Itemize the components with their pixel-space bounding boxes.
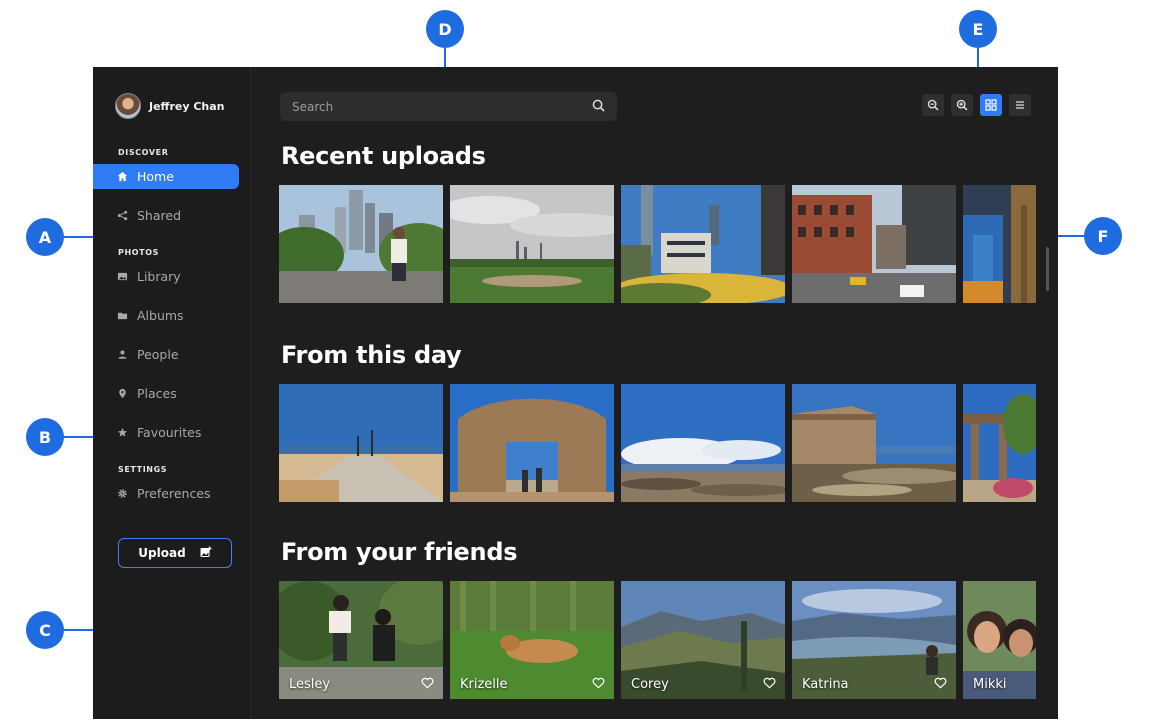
star-icon	[117, 427, 128, 438]
sidebar: Jeffrey Chan DISCOVER Home Shared PHOTOS	[93, 67, 251, 719]
zoom-out-icon	[927, 96, 939, 115]
search-placeholder: Search	[292, 99, 334, 114]
sidebar-item-library[interactable]: Library	[93, 264, 239, 289]
person-icon	[117, 349, 128, 360]
upload-button[interactable]: Upload	[118, 538, 232, 568]
zoom-out-button[interactable]	[922, 94, 944, 116]
marker-c: C	[26, 611, 64, 649]
gear-icon	[117, 488, 128, 499]
sidebar-item-people[interactable]: People	[93, 342, 239, 367]
sidebar-item-places[interactable]: Places	[93, 381, 239, 406]
upload-button-label: Upload	[138, 546, 186, 560]
grid-view-button[interactable]	[980, 94, 1002, 116]
friend-name: Krizelle	[460, 677, 508, 692]
section-photos-label: PHOTOS	[118, 248, 159, 257]
section-title-recent: Recent uploads	[281, 142, 486, 170]
sidebar-item-label: Shared	[137, 208, 182, 223]
photo-thumbnail[interactable]	[279, 185, 443, 303]
sidebar-item-label: People	[137, 347, 179, 362]
sidebar-item-label: Places	[137, 386, 177, 401]
sidebar-item-label: Albums	[137, 308, 184, 323]
marker-f: F	[1084, 217, 1122, 255]
section-discover-label: DISCOVER	[118, 148, 169, 157]
marker-d: D	[426, 10, 464, 48]
friend-photo-card[interactable]: Katrina	[792, 581, 956, 699]
sidebar-item-label: Home	[137, 169, 174, 184]
sidebar-item-label: Preferences	[137, 486, 211, 501]
zoom-in-button[interactable]	[951, 94, 973, 116]
photo-app-window: Jeffrey Chan DISCOVER Home Shared PHOTOS	[93, 67, 1058, 719]
search-input[interactable]: Search	[280, 92, 617, 121]
sidebar-item-label: Library	[137, 269, 181, 284]
sidebar-item-home[interactable]: Home	[93, 164, 239, 189]
avatar[interactable]	[115, 93, 141, 119]
folder-icon	[117, 310, 128, 321]
friend-name: Corey	[631, 677, 669, 692]
marker-a: A	[26, 218, 64, 256]
friend-name: Lesley	[289, 677, 331, 692]
user-name: Jeffrey Chan	[149, 99, 225, 113]
search-icon[interactable]	[592, 99, 605, 115]
photo-thumbnail[interactable]	[279, 384, 443, 502]
sidebar-item-albums[interactable]: Albums	[93, 303, 239, 328]
photo-thumbnail[interactable]	[792, 384, 956, 502]
user-profile[interactable]: Jeffrey Chan	[115, 93, 225, 119]
main-content: Search Recent uploads From this day From…	[251, 67, 1058, 719]
photo-thumbnail[interactable]	[450, 384, 614, 502]
photo-thumbnail[interactable]	[963, 185, 1036, 303]
list-icon	[1014, 96, 1026, 115]
heart-icon[interactable]	[421, 674, 434, 693]
from-this-day-row	[279, 384, 1036, 502]
section-settings-label: SETTINGS	[118, 465, 168, 474]
marker-e: E	[959, 10, 997, 48]
friend-photo-card[interactable]: Mikki	[963, 581, 1036, 699]
scrollbar[interactable]	[1046, 247, 1049, 291]
from-your-friends-row: Lesley Krizelle Corey Katrina Mikki	[279, 581, 1036, 699]
section-title-friends: From your friends	[281, 538, 518, 566]
friend-photo-card[interactable]: Krizelle	[450, 581, 614, 699]
heart-icon[interactable]	[934, 674, 947, 693]
view-toolbar	[922, 94, 1031, 116]
list-view-button[interactable]	[1009, 94, 1031, 116]
photo-thumbnail[interactable]	[792, 185, 956, 303]
heart-icon[interactable]	[763, 674, 776, 693]
pin-icon	[117, 388, 128, 399]
photo-thumbnail[interactable]	[963, 384, 1036, 502]
photo-thumbnail[interactable]	[621, 185, 785, 303]
sidebar-item-shared[interactable]: Shared	[93, 203, 239, 228]
share-icon	[117, 210, 128, 221]
photo-thumbnail[interactable]	[450, 185, 614, 303]
recent-uploads-row	[279, 185, 1036, 303]
friend-photo-card[interactable]: Corey	[621, 581, 785, 699]
zoom-in-icon	[956, 96, 968, 115]
section-title-day: From this day	[281, 341, 462, 369]
marker-b: B	[26, 418, 64, 456]
friend-name: Mikki	[973, 677, 1007, 692]
grid-icon	[985, 96, 997, 115]
image-icon	[117, 271, 128, 282]
annotated-screenshot: D E A B C F Jeffrey Chan DISCOVER Home S…	[0, 0, 1150, 725]
home-icon	[117, 171, 128, 182]
friend-name: Katrina	[802, 677, 849, 692]
heart-icon[interactable]	[592, 674, 605, 693]
sidebar-item-preferences[interactable]: Preferences	[93, 481, 239, 506]
photo-thumbnail[interactable]	[621, 384, 785, 502]
sidebar-item-label: Favourites	[137, 425, 202, 440]
friend-photo-card[interactable]: Lesley	[279, 581, 443, 699]
add-photo-icon	[200, 546, 212, 561]
sidebar-item-favourites[interactable]: Favourites	[93, 420, 239, 445]
